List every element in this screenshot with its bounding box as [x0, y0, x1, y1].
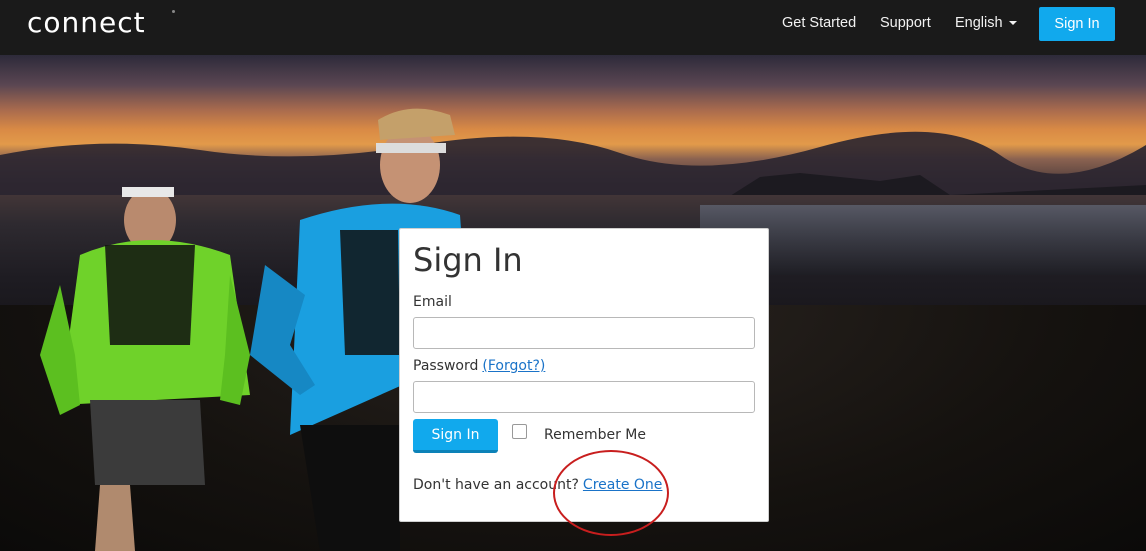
sign-in-card: Sign In Email Password (Forgot?) Sign In …: [399, 228, 769, 522]
nav-support[interactable]: Support: [880, 15, 931, 31]
runner-green: [40, 187, 250, 551]
logo-trademark-dot: [172, 10, 175, 13]
password-label-row: Password (Forgot?): [413, 358, 545, 374]
language-caret-icon: [1008, 21, 1017, 26]
top-navbar: connect Get Started Support English Sign…: [0, 0, 1146, 55]
remember-me-label[interactable]: Remember Me: [544, 427, 646, 443]
nav-sign-in-button[interactable]: Sign In: [1039, 7, 1115, 41]
sign-in-title: Sign In: [413, 241, 523, 279]
remember-me-checkbox[interactable]: [512, 424, 527, 439]
create-account-link[interactable]: Create One: [583, 477, 662, 493]
forgot-password-link[interactable]: (Forgot?): [482, 358, 545, 374]
language-dropdown[interactable]: English: [955, 15, 1017, 31]
no-account-row: Don't have an account? Create One: [413, 477, 662, 493]
no-account-text: Don't have an account?: [413, 477, 579, 493]
language-label: English: [955, 15, 1003, 31]
nav-get-started[interactable]: Get Started: [782, 15, 856, 31]
sign-in-submit-button[interactable]: Sign In: [413, 419, 498, 453]
password-label: Password: [413, 358, 479, 374]
email-label: Email: [413, 294, 452, 310]
connect-logo[interactable]: connect: [27, 6, 146, 39]
password-input[interactable]: [413, 381, 755, 413]
email-input[interactable]: [413, 317, 755, 349]
